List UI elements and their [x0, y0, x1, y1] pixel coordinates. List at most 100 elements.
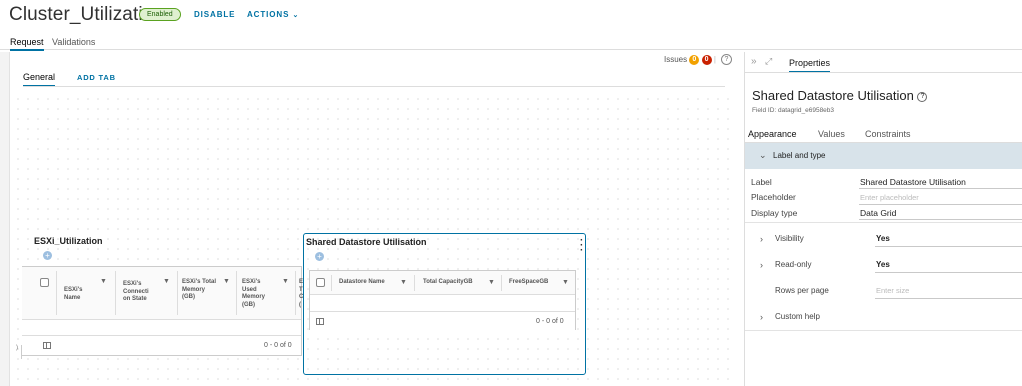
tab-validations[interactable]: Validations — [52, 37, 95, 47]
filter-icon[interactable]: ▼ — [488, 279, 495, 287]
section-title: Label and type — [773, 151, 826, 160]
column-toggle-icon[interactable] — [43, 342, 51, 349]
filter-icon[interactable]: ▼ — [562, 279, 569, 287]
chevron-right-icon: › — [760, 312, 763, 322]
more-options-icon[interactable]: · · · — [580, 236, 583, 256]
expand-arrows-icon[interactable]: ⤢ — [765, 56, 772, 67]
select-all-checkbox[interactable] — [316, 278, 325, 287]
rows-per-page-input[interactable]: Enter size — [876, 286, 909, 295]
issues-indicator[interactable]: Issues 0 0 | — [664, 55, 716, 65]
select-all-checkbox[interactable] — [40, 278, 49, 287]
disable-button[interactable]: DISABLE — [194, 10, 235, 19]
divider — [745, 222, 1022, 223]
column-divider — [115, 271, 116, 315]
section-label-and-type[interactable]: ⌄ Label and type — [745, 143, 1022, 169]
esxi-grid-title: ESXi_Utilization — [34, 236, 103, 246]
tab-general[interactable]: General — [23, 72, 56, 87]
filter-icon[interactable]: ▼ — [100, 278, 107, 286]
warning-count-badge: 0 — [689, 55, 700, 65]
field-id: Field ID: datagrid_e6958eb3 — [752, 107, 835, 114]
column-header[interactable]: ESXi's Name ▼ — [64, 267, 112, 319]
filter-icon[interactable]: ▼ — [223, 278, 230, 286]
actions-button[interactable]: ACTIONS ⌄ — [247, 10, 299, 19]
readonly-row[interactable]: › Read-only Yes — [745, 252, 1022, 276]
chevron-down-icon: ⌄ — [292, 12, 300, 19]
custom-help-row[interactable]: › Custom help — [745, 304, 1022, 328]
field-title-text: Shared Datastore Utilisation — [752, 88, 914, 103]
input-underline — [859, 188, 1022, 189]
tab-constraints[interactable]: Constraints — [865, 129, 911, 139]
actions-label: ACTIONS — [247, 10, 290, 19]
status-badge: Enabled — [139, 8, 181, 21]
column-divider — [331, 275, 332, 291]
label-field-label: Label — [751, 177, 772, 187]
visibility-value: Yes — [876, 234, 890, 243]
filter-icon[interactable]: ▼ — [282, 278, 289, 286]
add-tab-button[interactable]: ADD TAB — [77, 73, 116, 82]
pagination-text: 0 - 0 of 0 — [536, 318, 564, 325]
display-type-label: Display type — [751, 208, 798, 218]
column-header[interactable]: FreeSpaceGB ▼ — [509, 271, 575, 294]
column-label: ESXi's Connecti on State — [123, 281, 149, 302]
chevron-right-icon: › — [760, 234, 763, 244]
column-header[interactable]: ESXi's Used Memory (GB) ▼ — [242, 267, 294, 319]
placeholder-input[interactable]: Enter placeholder — [860, 193, 919, 202]
grid-header-row: Datastore Name ▼ Total CapacityGB ▼ Free… — [310, 271, 575, 295]
question-circle-icon[interactable]: ? — [721, 54, 732, 65]
grid-header-row: ESXi's Name ▼ ESXi's Connecti on State ▼… — [22, 267, 303, 320]
add-field-icon[interactable]: + — [315, 252, 324, 261]
page-header: Cluster_Utilization Enabled DISABLE ACTI… — [0, 0, 1022, 30]
divider — [23, 86, 725, 87]
visibility-row[interactable]: › Visibility Yes — [745, 226, 1022, 250]
shared-data-grid: Datastore Name ▼ Total CapacityGB ▼ Free… — [309, 270, 576, 331]
chevron-right-icon: › — [760, 260, 763, 270]
column-header[interactable]: ESXi's Total Memory (GB) ▼ — [182, 267, 234, 319]
double-chevron-right-icon[interactable]: » — [751, 56, 757, 67]
label-field-value[interactable]: Shared Datastore Utilisation — [860, 177, 966, 187]
column-header[interactable]: Total CapacityGB ▼ — [423, 271, 503, 294]
esxi-data-grid: ESXi's Name ▼ ESXi's Connecti on State ▼… — [22, 266, 303, 356]
column-toggle-icon[interactable] — [316, 318, 324, 325]
filter-icon[interactable]: ▼ — [163, 278, 170, 286]
grid-edge: ) — [16, 345, 22, 359]
filter-icon[interactable]: ▼ — [400, 279, 407, 287]
left-resize-gutter[interactable] — [0, 52, 10, 386]
divider — [745, 72, 1022, 73]
grid-footer: 0 - 0 of 0 — [310, 311, 575, 331]
column-divider — [177, 271, 178, 315]
display-type-value[interactable]: Data Grid — [860, 208, 896, 218]
pagination-text: 0 - 0 of 0 — [264, 342, 292, 349]
add-field-icon[interactable]: + — [43, 251, 52, 260]
column-header[interactable]: ESXi's Connecti on State ▼ — [123, 267, 175, 319]
column-label: Total CapacityGB — [423, 279, 473, 285]
help-icon[interactable]: ? — [917, 91, 928, 102]
column-header[interactable]: Datastore Name ▼ — [339, 271, 415, 294]
tab-request[interactable]: Request — [10, 37, 44, 51]
readonly-label: Read-only — [775, 260, 812, 269]
issues-label: Issues — [664, 55, 688, 65]
grid-footer: 0 - 0 of 0 — [22, 335, 301, 355]
tab-values[interactable]: Values — [818, 129, 845, 139]
field-title: Shared Datastore Utilisation ? — [752, 88, 928, 103]
divider — [745, 330, 1022, 331]
column-label: ESXi's Name — [64, 287, 83, 301]
rows-per-page-label: Rows per page — [775, 286, 829, 295]
top-tabs: Request Validations — [0, 34, 1022, 51]
chevron-down-icon: ⌄ — [759, 150, 767, 160]
column-divider — [295, 271, 296, 315]
canvas-header — [10, 52, 735, 96]
readonly-value: Yes — [876, 260, 890, 269]
column-divider — [501, 275, 502, 291]
column-label: Datastore Name — [339, 279, 385, 285]
error-count-badge: 0 — [701, 55, 712, 65]
input-underline — [875, 246, 1022, 247]
column-label: ESXi's Total Memory (GB) — [182, 279, 216, 300]
column-label: ESXi's Used Memory (GB) — [242, 279, 266, 308]
column-divider — [236, 271, 237, 315]
tab-properties[interactable]: Properties — [789, 58, 831, 73]
rows-per-page-row: Rows per page Enter size — [745, 278, 1022, 302]
column-label: FreeSpaceGB — [509, 279, 549, 285]
column-divider — [414, 275, 415, 291]
input-underline — [875, 272, 1022, 273]
input-underline — [859, 204, 1022, 205]
